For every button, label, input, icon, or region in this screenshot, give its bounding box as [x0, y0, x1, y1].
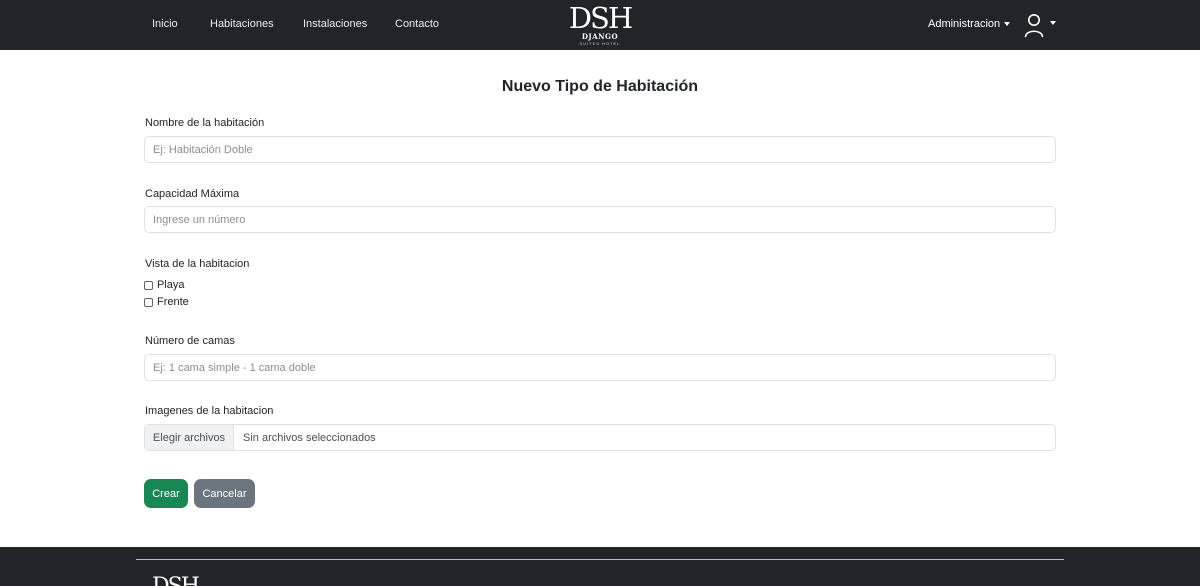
- brand-logo-tagline: SUITES HOTEL: [579, 41, 621, 46]
- view-option-playa[interactable]: Playa: [144, 278, 185, 292]
- choose-files-button[interactable]: Elegir archivos: [145, 425, 234, 450]
- room-view-label: Vista de la habitacion: [145, 258, 250, 270]
- nav-link-inicio[interactable]: Inicio: [152, 18, 178, 30]
- room-name-input[interactable]: [144, 136, 1056, 163]
- images-label: Imagenes de la habitacion: [145, 405, 274, 417]
- brand-logo[interactable]: DSH DJANGO SUITES HOTEL: [566, 3, 634, 48]
- capacity-label: Capacidad Máxima: [145, 188, 240, 200]
- view-option-frente-label: Frente: [157, 296, 189, 308]
- user-menu-dropdown[interactable]: [1022, 12, 1058, 40]
- nav-link-habitaciones[interactable]: Habitaciones: [210, 18, 274, 30]
- nav-link-instalaciones[interactable]: Instalaciones: [303, 18, 367, 30]
- top-navbar: Inicio Habitaciones Instalaciones Contac…: [0, 0, 1200, 50]
- room-name-label: Nombre de la habitación: [145, 117, 265, 129]
- images-file-input[interactable]: Elegir archivos Sin archivos seleccionad…: [144, 424, 1056, 451]
- beds-input[interactable]: [144, 354, 1056, 381]
- footer-logo: DSH: [152, 576, 200, 586]
- view-option-playa-label: Playa: [157, 279, 185, 291]
- user-outline-icon: [1024, 14, 1044, 38]
- page-footer: DSH: [0, 547, 1200, 586]
- checkbox-frente[interactable]: [144, 297, 153, 307]
- administracion-dropdown[interactable]: Administracion: [928, 18, 1011, 30]
- chevron-down-icon: [1004, 22, 1011, 27]
- cancel-button[interactable]: Cancelar: [194, 479, 255, 508]
- brand-logo-main: DSH: [568, 1, 633, 35]
- nav-link-contacto[interactable]: Contacto: [395, 18, 439, 30]
- file-selection-status: Sin archivos seleccionados: [243, 431, 376, 444]
- create-button[interactable]: Crear: [144, 479, 188, 508]
- administracion-label: Administracion: [928, 18, 1001, 30]
- beds-label: Número de camas: [145, 335, 235, 347]
- view-option-frente[interactable]: Frente: [144, 295, 189, 309]
- page-title: Nuevo Tipo de Habitación: [501, 78, 699, 95]
- checkbox-playa[interactable]: [144, 280, 153, 290]
- capacity-input[interactable]: [144, 206, 1056, 233]
- chevron-down-icon: [1050, 21, 1056, 25]
- footer-divider: [136, 559, 1064, 560]
